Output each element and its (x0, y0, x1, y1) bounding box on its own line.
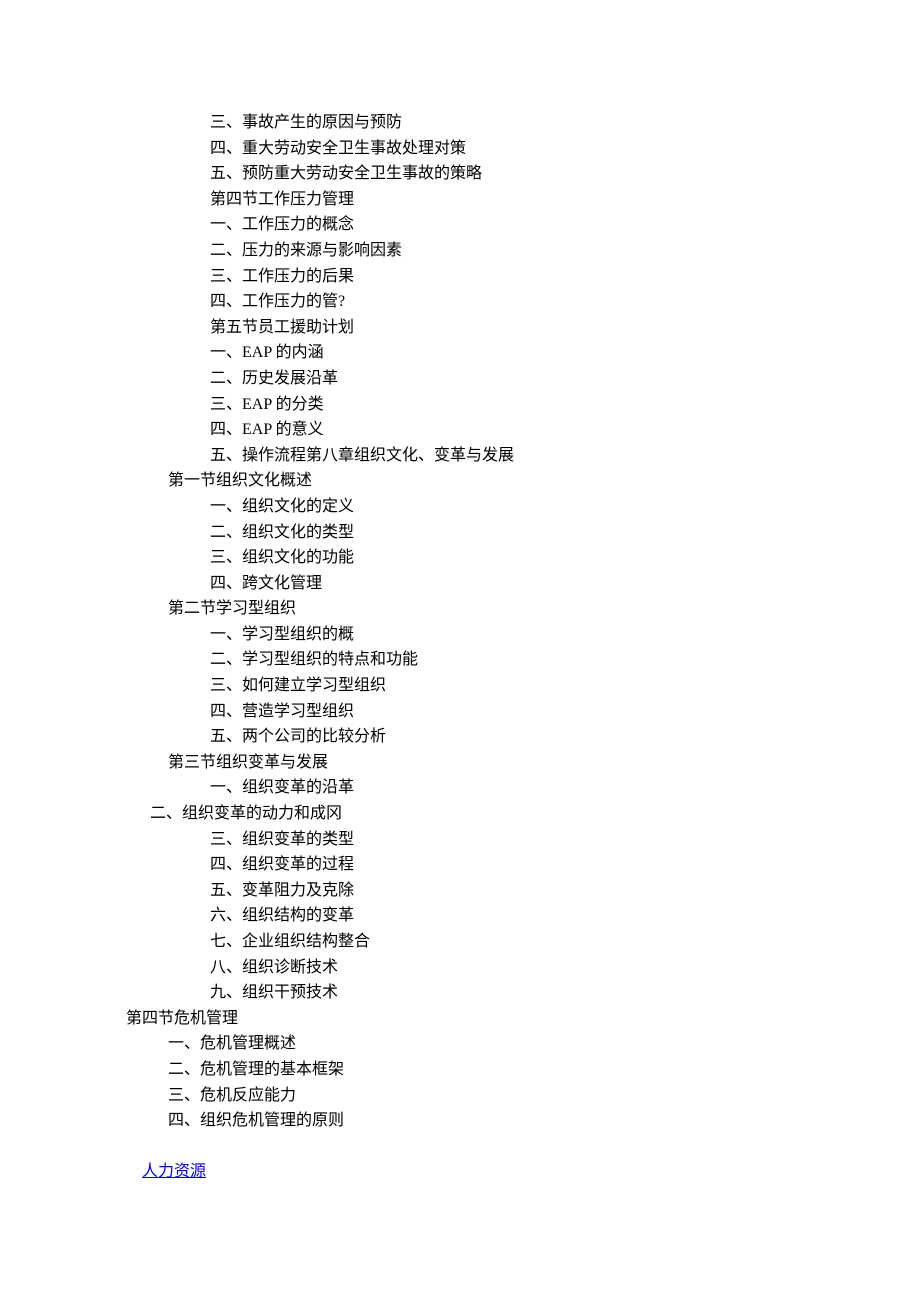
outline-line: 二、危机管理的基本框架 (0, 1057, 920, 1083)
outline-line: 四、组织变革的过程 (0, 852, 920, 878)
outline-line: 一、工作压力的概念 (0, 212, 920, 238)
outline-line: 第二节学习型组织 (0, 596, 920, 622)
outline-line: 第一节组织文化概述 (0, 468, 920, 494)
outline-body: 三、事故产生的原因与预防四、重大劳动安全卫生事故处理对策五、预防重大劳动安全卫生… (0, 110, 920, 1134)
outline-line: 四、EAP 的意义 (0, 417, 920, 443)
outline-line: 二、学习型组织的特点和功能 (0, 647, 920, 673)
outline-line: 三、工作压力的后果 (0, 264, 920, 290)
outline-line: 五、两个公司的比较分析 (0, 724, 920, 750)
outline-line: 八、组织诊断技术 (0, 955, 920, 981)
outline-line: 四、跨文化管理 (0, 571, 920, 597)
outline-line: 二、组织文化的类型 (0, 520, 920, 546)
outline-line: 三、组织变革的类型 (0, 827, 920, 853)
outline-line: 一、组织变革的沿革 (0, 775, 920, 801)
outline-line: 三、事故产生的原因与预防 (0, 110, 920, 136)
outline-line: 一、EAP 的内涵 (0, 340, 920, 366)
outline-line: 一、危机管理概述 (0, 1031, 920, 1057)
document-page: 三、事故产生的原因与预防四、重大劳动安全卫生事故处理对策五、预防重大劳动安全卫生… (0, 0, 920, 1211)
outline-line: 三、EAP 的分类 (0, 392, 920, 418)
outline-line: 七、企业组织结构整合 (0, 929, 920, 955)
outline-line: 第四节危机管理 (0, 1006, 920, 1032)
outline-line: 五、变革阻力及克除 (0, 878, 920, 904)
outline-line: 四、营造学习型组织 (0, 699, 920, 725)
outline-line: 五、操作流程第八章组织文化、变革与发展 (0, 443, 920, 469)
outline-line: 第四节工作压力管理 (0, 187, 920, 213)
outline-line: 一、学习型组织的概 (0, 622, 920, 648)
outline-line: 四、重大劳动安全卫生事故处理对策 (0, 136, 920, 162)
outline-line: 六、组织结构的变革 (0, 903, 920, 929)
outline-line: 九、组织干预技术 (0, 980, 920, 1006)
hr-link[interactable]: 人力资源 (142, 1163, 206, 1180)
outline-line: 第五节员工援助计划 (0, 315, 920, 341)
outline-line: 一、组织文化的定义 (0, 494, 920, 520)
outline-line: 四、组织危机管理的原则 (0, 1108, 920, 1134)
outline-line: 二、历史发展沿革 (0, 366, 920, 392)
outline-line: 二、压力的来源与影响因素 (0, 238, 920, 264)
footer-link-line: 人力资源 (0, 1134, 920, 1211)
outline-line: 五、预防重大劳动安全卫生事故的策略 (0, 161, 920, 187)
outline-line: 第三节组织变革与发展 (0, 750, 920, 776)
outline-line: 三、如何建立学习型组织 (0, 673, 920, 699)
outline-line: 二、组织变革的动力和成冈 (0, 801, 920, 827)
outline-line: 三、组织文化的功能 (0, 545, 920, 571)
outline-line: 四、工作压力的管? (0, 289, 920, 315)
outline-line: 三、危机反应能力 (0, 1083, 920, 1109)
